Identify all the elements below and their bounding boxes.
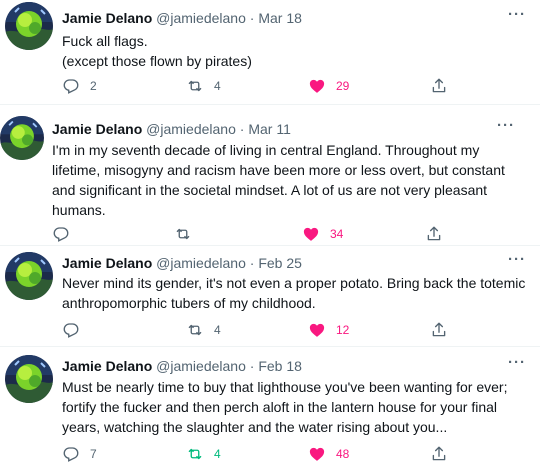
avatar[interactable] [5, 252, 53, 300]
reply-icon [62, 321, 80, 339]
avatar[interactable] [0, 116, 44, 160]
reply-count: 2 [90, 79, 97, 93]
like-button[interactable]: 12 [308, 320, 349, 340]
retweet-button[interactable]: 4 [186, 76, 221, 96]
reply-icon [52, 225, 70, 243]
author-name[interactable]: Jamie Delano [52, 121, 142, 137]
more-options-icon[interactable]: ··· [508, 6, 526, 23]
retweet-icon [174, 225, 192, 243]
tweet-header: Jamie Delano @jamiedelano · Mar 18 [62, 10, 302, 26]
reply-button[interactable]: 7 [62, 444, 97, 464]
avatar[interactable] [5, 355, 53, 403]
tweet[interactable]: Jamie Delano @jamiedelano · Mar 18 ··· F… [0, 0, 540, 104]
tweet-text-line: humans. [52, 202, 106, 218]
share-button[interactable] [425, 224, 443, 244]
author-handle[interactable]: @jamiedelano [156, 10, 246, 26]
author-name[interactable]: Jamie Delano [62, 10, 152, 26]
tweet-text-line: anthropomorphic tubers of my childhood. [62, 295, 316, 311]
author-handle[interactable]: @jamiedelano [156, 255, 246, 271]
like-count: 34 [330, 227, 344, 241]
share-icon [425, 225, 443, 243]
dot-separator: · [239, 121, 245, 137]
share-icon [430, 77, 448, 95]
more-options-icon[interactable]: ··· [508, 251, 526, 268]
like-button[interactable]: 29 [308, 76, 349, 96]
tweet-text-line: Must be nearly time to buy that lighthou… [62, 379, 508, 395]
reply-count: 7 [90, 447, 97, 461]
retweet-icon [186, 321, 204, 339]
dot-separator: · [249, 255, 255, 271]
tweet-header: Jamie Delano @jamiedelano · Feb 18 [62, 358, 302, 374]
tweet-text-line: I'm in my seventh decade of living in ce… [52, 142, 480, 158]
reply-icon [62, 77, 80, 95]
tweet-text-line: (except those flown by pirates) [62, 53, 252, 69]
tweet[interactable]: Jamie Delano @jamiedelano · Feb 18 ··· M… [0, 347, 540, 474]
like-count: 48 [336, 447, 350, 461]
share-button[interactable] [430, 444, 448, 464]
tweet-text-line: years, watching the slaughter and the wa… [62, 419, 448, 435]
share-icon [430, 321, 448, 339]
tweet-header: Jamie Delano @jamiedelano · Mar 11 [52, 121, 291, 137]
tweet-date[interactable]: Mar 18 [258, 10, 302, 26]
tweet-header: Jamie Delano @jamiedelano · Feb 25 [62, 255, 302, 271]
reply-button[interactable] [62, 320, 90, 340]
tweet-date[interactable]: Feb 18 [258, 358, 302, 374]
avatar[interactable] [5, 2, 53, 50]
tweet-text-line: Fuck all flags. [62, 33, 148, 49]
tweet-actions: 7 4 48 [62, 444, 522, 464]
retweet-count: 4 [214, 79, 221, 93]
more-options-icon[interactable]: ··· [508, 354, 526, 371]
share-button[interactable] [430, 320, 448, 340]
tweet-text-line: Never mind its gender, it's not even a p… [62, 275, 526, 291]
tweet-actions: 2 4 29 [62, 76, 522, 96]
author-handle[interactable]: @jamiedelano [146, 121, 236, 137]
tweet-text-line: lifetime, misogyny and racism have been … [52, 162, 505, 178]
heart-icon [308, 445, 326, 463]
tweet-text: Must be nearly time to buy that lighthou… [62, 377, 507, 437]
like-count: 29 [336, 79, 350, 93]
tweet-text: Never mind its gender, it's not even a p… [62, 273, 525, 313]
tweet-text: Fuck all flags. (except those flown by p… [62, 31, 252, 71]
author-name[interactable]: Jamie Delano [62, 358, 152, 374]
retweet-button[interactable]: 4 [186, 444, 221, 464]
author-handle[interactable]: @jamiedelano [156, 358, 246, 374]
reply-button[interactable]: 2 [62, 76, 97, 96]
heart-icon [308, 321, 326, 339]
more-options-icon[interactable]: ··· [497, 117, 515, 134]
tweet-actions: 4 12 [62, 320, 522, 340]
share-icon [430, 445, 448, 463]
tweet[interactable]: Jamie Delano @jamiedelano · Feb 25 ··· N… [0, 246, 540, 346]
heart-icon [302, 225, 320, 243]
tweet-actions: 34 [52, 224, 512, 244]
like-button[interactable]: 48 [308, 444, 349, 464]
retweet-count: 4 [214, 447, 221, 461]
dot-separator: · [249, 358, 255, 374]
share-button[interactable] [430, 76, 448, 96]
retweet-icon [186, 77, 204, 95]
heart-icon [308, 77, 326, 95]
retweet-count: 4 [214, 323, 221, 337]
tweet-date[interactable]: Mar 11 [248, 121, 291, 137]
tweet[interactable]: Jamie Delano @jamiedelano · Mar 11 ··· I… [0, 105, 540, 245]
retweet-button[interactable] [174, 224, 202, 244]
retweet-icon [186, 445, 204, 463]
reply-icon [62, 445, 80, 463]
like-button[interactable]: 34 [302, 224, 343, 244]
tweet-text-line: fortify the fucker and then perch aloft … [62, 399, 498, 415]
like-count: 12 [336, 323, 350, 337]
tweet-text: I'm in my seventh decade of living in ce… [52, 140, 505, 220]
retweet-button[interactable]: 4 [186, 320, 221, 340]
reply-button[interactable] [52, 224, 80, 244]
dot-separator: · [249, 10, 255, 26]
author-name[interactable]: Jamie Delano [62, 255, 152, 271]
tweet-date[interactable]: Feb 25 [258, 255, 302, 271]
tweet-text-line: and significant in the societal mindset.… [52, 182, 488, 198]
